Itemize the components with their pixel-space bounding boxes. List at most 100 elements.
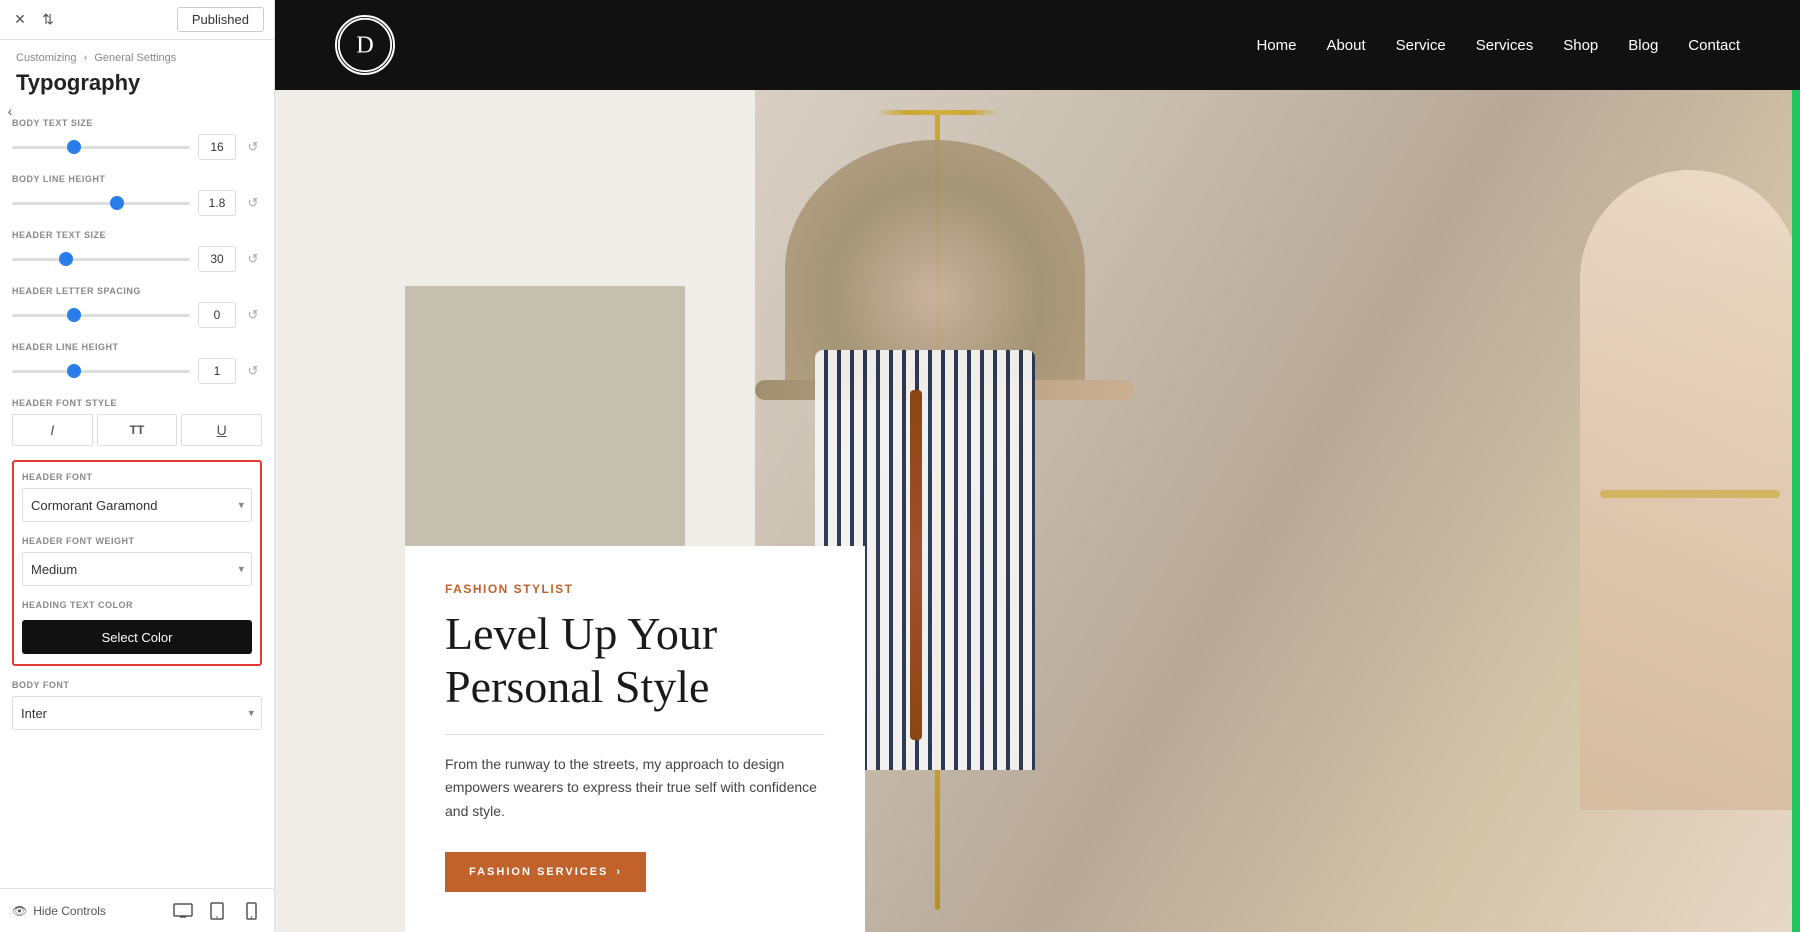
header-font-weight-label: HEADER FONT WEIGHT (22, 536, 252, 546)
tablet-icon[interactable] (206, 900, 228, 922)
mobile-icon[interactable] (240, 900, 262, 922)
body-text-size-group: BODY TEXT SIZE ↺ (12, 118, 262, 160)
nav-home[interactable]: Home (1256, 37, 1296, 54)
heading-text-color-group: HEADING TEXT COLOR Select Color (22, 600, 252, 654)
body-text-size-label: BODY TEXT SIZE (12, 118, 262, 128)
body-text-size-row: ↺ (12, 134, 262, 160)
cta-label: FASHION SERVICES (469, 866, 608, 878)
bold-button[interactable]: TT (97, 414, 178, 446)
fashion-tag: FASHION STYLIST (445, 582, 825, 596)
select-color-button[interactable]: Select Color (22, 620, 252, 654)
header-font-label: HEADER FONT (22, 472, 252, 482)
header-text-size-reset[interactable]: ↺ (244, 250, 262, 268)
eye-icon: 👁 (12, 904, 27, 918)
header-line-height-slider-container (12, 361, 190, 381)
nav-about[interactable]: About (1326, 37, 1365, 54)
header-line-height-slider[interactable] (12, 370, 190, 373)
header-letter-spacing-row: ↺ (12, 302, 262, 328)
hide-controls-label: Hide Controls (33, 904, 106, 918)
header-line-height-row: ↺ (12, 358, 262, 384)
hero-divider (445, 734, 825, 735)
desktop-icon[interactable] (172, 900, 194, 922)
panel-topbar: ✕ ⇅ Published (0, 0, 274, 40)
header-font-weight-group: HEADER FONT WEIGHT Thin Light Regular Me… (22, 536, 252, 586)
body-text-size-slider-container (12, 137, 190, 157)
site-header: D Home About Service Services Shop Blog … (275, 0, 1800, 90)
cta-arrow-icon: › (616, 866, 622, 878)
header-font-style-group: HEADER FONT STYLE I TT U (12, 398, 262, 446)
highlighted-section: HEADER FONT Cormorant Garamond Playfair … (12, 460, 262, 666)
breadcrumb: Customizing › General Settings (0, 40, 274, 68)
bracelet (1600, 490, 1780, 498)
underline-button[interactable]: U (181, 414, 262, 446)
device-icons (172, 900, 262, 922)
header-letter-spacing-input[interactable] (198, 302, 236, 328)
header-letter-spacing-slider[interactable] (12, 314, 190, 317)
body-line-height-input[interactable] (198, 190, 236, 216)
header-line-height-input[interactable] (198, 358, 236, 384)
body-font-select[interactable]: Inter Roboto Open Sans Lato (12, 696, 262, 730)
cta-button[interactable]: FASHION SERVICES › (445, 852, 646, 892)
nav-blog[interactable]: Blog (1628, 37, 1658, 54)
header-font-dropdown-row: Cormorant Garamond Playfair Display Geor… (22, 488, 252, 522)
body-line-height-group: BODY LINE HEIGHT ↺ (12, 174, 262, 216)
hero-title: Level Up Your Personal Style (445, 608, 825, 714)
header-text-size-input[interactable] (198, 246, 236, 272)
body-line-height-label: BODY LINE HEIGHT (12, 174, 262, 184)
back-button[interactable]: ‹ (0, 95, 20, 127)
hero-image-area (755, 90, 1800, 932)
header-text-size-slider-container (12, 249, 190, 269)
body-font-group: BODY FONT Inter Roboto Open Sans Lato ▾ (12, 680, 262, 730)
topbar-left: ✕ ⇅ (10, 10, 58, 30)
page-title: Typography (0, 68, 274, 108)
header-letter-spacing-reset[interactable]: ↺ (244, 306, 262, 324)
main-content: FASHION STYLIST Level Up Your Personal S… (275, 90, 1800, 932)
clothing-stand-crossbar (875, 110, 1000, 115)
hero-description: From the runway to the streets, my appro… (445, 753, 825, 824)
svg-text:D: D (356, 31, 374, 58)
green-accent-bar (1792, 90, 1800, 932)
header-line-height-reset[interactable]: ↺ (244, 362, 262, 380)
body-line-height-row: ↺ (12, 190, 262, 216)
header-font-style-label: HEADER FONT STYLE (12, 398, 262, 408)
panel-footer: 👁 Hide Controls (0, 888, 274, 932)
left-panel: ✕ ⇅ Published ‹ Customizing › General Se… (0, 0, 275, 932)
body-text-size-reset[interactable]: ↺ (244, 138, 262, 156)
content-left: FASHION STYLIST Level Up Your Personal S… (275, 90, 755, 932)
hero-card: FASHION STYLIST Level Up Your Personal S… (405, 546, 865, 932)
right-preview: D Home About Service Services Shop Blog … (275, 0, 1800, 932)
body-text-size-slider[interactable] (12, 146, 190, 149)
header-font-group: HEADER FONT Cormorant Garamond Playfair … (22, 472, 252, 522)
header-font-weight-select[interactable]: Thin Light Regular Medium Bold Extra Bol… (22, 552, 252, 586)
header-text-size-row: ↺ (12, 246, 262, 272)
leather-strap (910, 390, 922, 740)
header-text-size-label: HEADER TEXT SIZE (12, 230, 262, 240)
header-font-select[interactable]: Cormorant Garamond Playfair Display Geor… (22, 488, 252, 522)
header-font-weight-dropdown-row: Thin Light Regular Medium Bold Extra Bol… (22, 552, 252, 586)
panel-content: BODY TEXT SIZE ↺ BODY LINE HEIGHT ↺ (0, 108, 274, 888)
hide-controls-button[interactable]: 👁 Hide Controls (12, 904, 106, 918)
site-logo: D (335, 15, 395, 75)
body-line-height-slider[interactable] (12, 202, 190, 205)
heading-text-color-label: HEADING TEXT COLOR (22, 600, 252, 610)
header-line-height-label: HEADER LINE HEIGHT (12, 342, 262, 352)
header-letter-spacing-slider-container (12, 305, 190, 325)
header-text-size-slider[interactable] (12, 258, 190, 261)
header-letter-spacing-group: HEADER LETTER SPACING ↺ (12, 286, 262, 328)
body-line-height-reset[interactable]: ↺ (244, 194, 262, 212)
hero-title-line2: Personal Style (445, 661, 709, 712)
nav-services[interactable]: Services (1476, 37, 1534, 54)
nav-service[interactable]: Service (1396, 37, 1446, 54)
header-line-height-group: HEADER LINE HEIGHT ↺ (12, 342, 262, 384)
site-nav: Home About Service Services Shop Blog Co… (1256, 37, 1740, 54)
nav-shop[interactable]: Shop (1563, 37, 1598, 54)
body-font-label: BODY FONT (12, 680, 262, 690)
reorder-icon[interactable]: ⇅ (38, 10, 58, 30)
body-text-size-input[interactable] (198, 134, 236, 160)
italic-button[interactable]: I (12, 414, 93, 446)
header-letter-spacing-label: HEADER LETTER SPACING (12, 286, 262, 296)
close-icon[interactable]: ✕ (10, 10, 30, 30)
published-button[interactable]: Published (177, 7, 264, 32)
nav-contact[interactable]: Contact (1688, 37, 1740, 54)
body-font-dropdown-row: Inter Roboto Open Sans Lato ▾ (12, 696, 262, 730)
